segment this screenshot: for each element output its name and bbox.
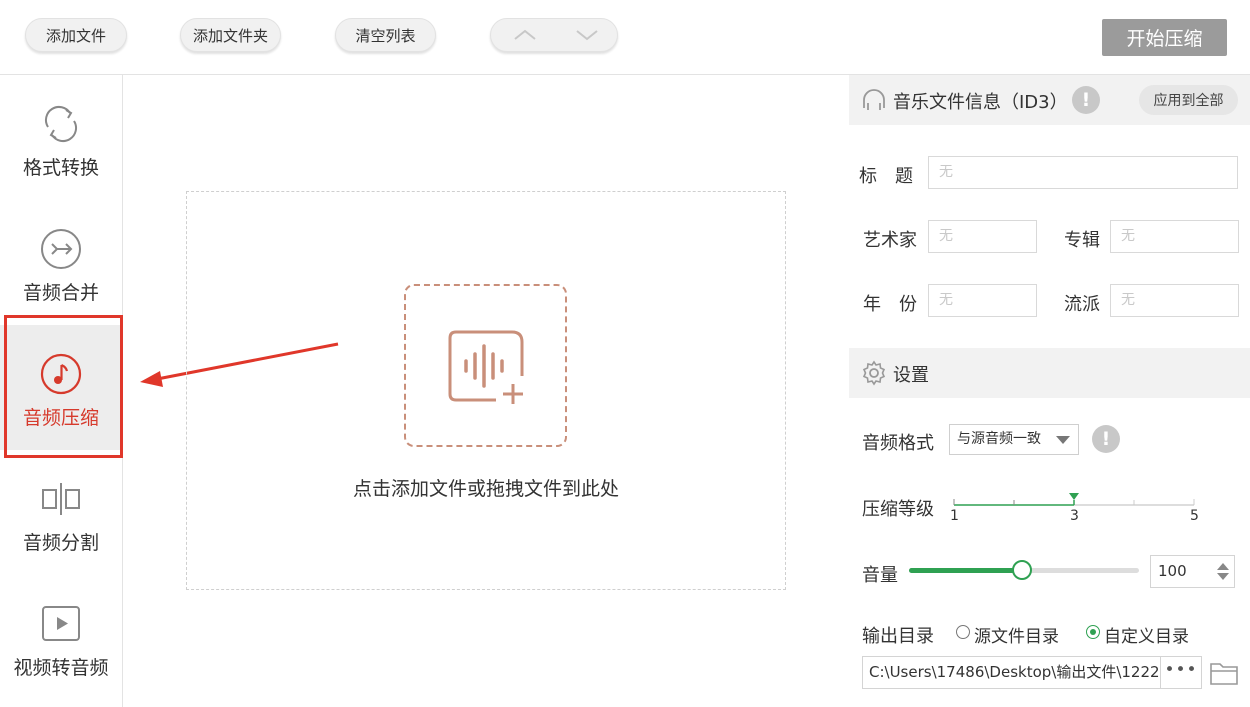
reorder-button-group [490,18,618,52]
add-audio-drop-button[interactable] [404,284,567,447]
audio-format-select[interactable]: 与源音频一致 [949,424,1079,455]
right-panel: 音乐文件信息（ID3） ! 应用到全部 标 题 无 艺术家 无 专辑 无 年 份… [849,75,1250,707]
title-field[interactable]: 无 [928,156,1238,189]
sidebar-item-label: 音频分割 [22,532,99,554]
refresh-icon [45,106,77,142]
output-dir-label: 输出目录 [862,626,934,647]
start-compress-button[interactable]: 开始压缩 [1102,19,1227,56]
compress-level-mid: 3 [1070,508,1079,524]
settings-section-header: 设置 [849,348,1250,398]
browse-path-button[interactable]: ••• [1160,657,1201,688]
audio-add-icon [448,330,524,404]
sidebar-item-label: 格式转换 [22,157,99,179]
folder-icon[interactable] [1209,660,1239,686]
output-custom-dir-radio[interactable] [1086,625,1100,639]
output-source-dir-label: 源文件目录 [974,627,1059,647]
compress-level-label: 压缩等级 [862,499,934,520]
add-folder-button[interactable]: 添加文件夹 [180,18,281,52]
audio-format-value: 与源音频一致 [957,431,1041,447]
gear-icon [862,360,886,386]
apply-to-all-button[interactable]: 应用到全部 [1139,85,1238,115]
drop-hint-text: 点击添加文件或拖拽文件到此处 [352,478,619,500]
chevron-up-icon[interactable] [505,23,545,47]
merge-icon [41,229,81,269]
sidebar-item-audio-merge[interactable]: 音频合并 [0,200,122,325]
compress-level-max: 5 [1190,508,1199,524]
id3-info-icon[interactable]: ! [1072,86,1100,114]
sidebar-item-format-convert[interactable]: 格式转换 [0,75,122,200]
split-icon [42,483,80,515]
output-path-field[interactable]: C:\Users\17486\Desktop\输出文件\1222. [862,656,1202,689]
play-icon [42,606,80,641]
stepper-up-icon[interactable] [1217,563,1229,570]
add-file-button[interactable]: 添加文件 [25,18,127,52]
headphones-icon [863,89,885,110]
volume-slider[interactable] [909,560,1139,580]
toolbar: 添加文件 添加文件夹 清空列表 开始压缩 [0,0,1250,75]
id3-section-header: 音乐文件信息（ID3） ! 应用到全部 [849,75,1250,125]
annotation-highlight-frame [4,315,123,458]
artist-label: 艺术家 [863,230,917,251]
title-label: 标 题 [859,166,913,187]
sidebar-item-audio-split[interactable]: 音频分割 [0,450,122,575]
stepper-down-icon[interactable] [1217,573,1229,580]
chevron-down-icon[interactable] [567,23,607,47]
chevron-down-icon [1056,436,1070,444]
year-label: 年 份 [863,294,917,315]
genre-field[interactable]: 无 [1110,284,1239,317]
year-field[interactable]: 无 [928,284,1037,317]
sidebar-item-video-to-audio[interactable]: 视频转音频 [0,575,122,700]
volume-label: 音量 [862,565,898,586]
artist-field[interactable]: 无 [928,220,1037,253]
volume-stepper[interactable]: 100 [1150,555,1235,588]
sidebar: 格式转换 音频合并 音频压缩 音频分割 视频转音频 [0,75,123,707]
compress-level-thumb [1069,493,1079,500]
output-source-dir-radio[interactable] [956,625,970,639]
audio-format-label: 音频格式 [862,433,934,454]
audio-format-info-icon[interactable]: ! [1092,425,1120,453]
volume-fill [909,568,1022,573]
sidebar-item-label: 音频合并 [22,282,99,304]
album-label: 专辑 [1064,230,1100,251]
genre-label: 流派 [1064,294,1100,315]
id3-section-title: 音乐文件信息（ID3） [893,92,1068,113]
clear-list-button[interactable]: 清空列表 [335,18,436,52]
sidebar-item-label: 视频转音频 [13,657,109,679]
settings-section-title: 设置 [893,365,929,386]
volume-value: 100 [1158,562,1187,580]
compress-level-min: 1 [950,508,959,524]
output-custom-dir-label: 自定义目录 [1104,627,1189,647]
volume-thumb[interactable] [1011,560,1032,580]
album-field[interactable]: 无 [1110,220,1239,253]
